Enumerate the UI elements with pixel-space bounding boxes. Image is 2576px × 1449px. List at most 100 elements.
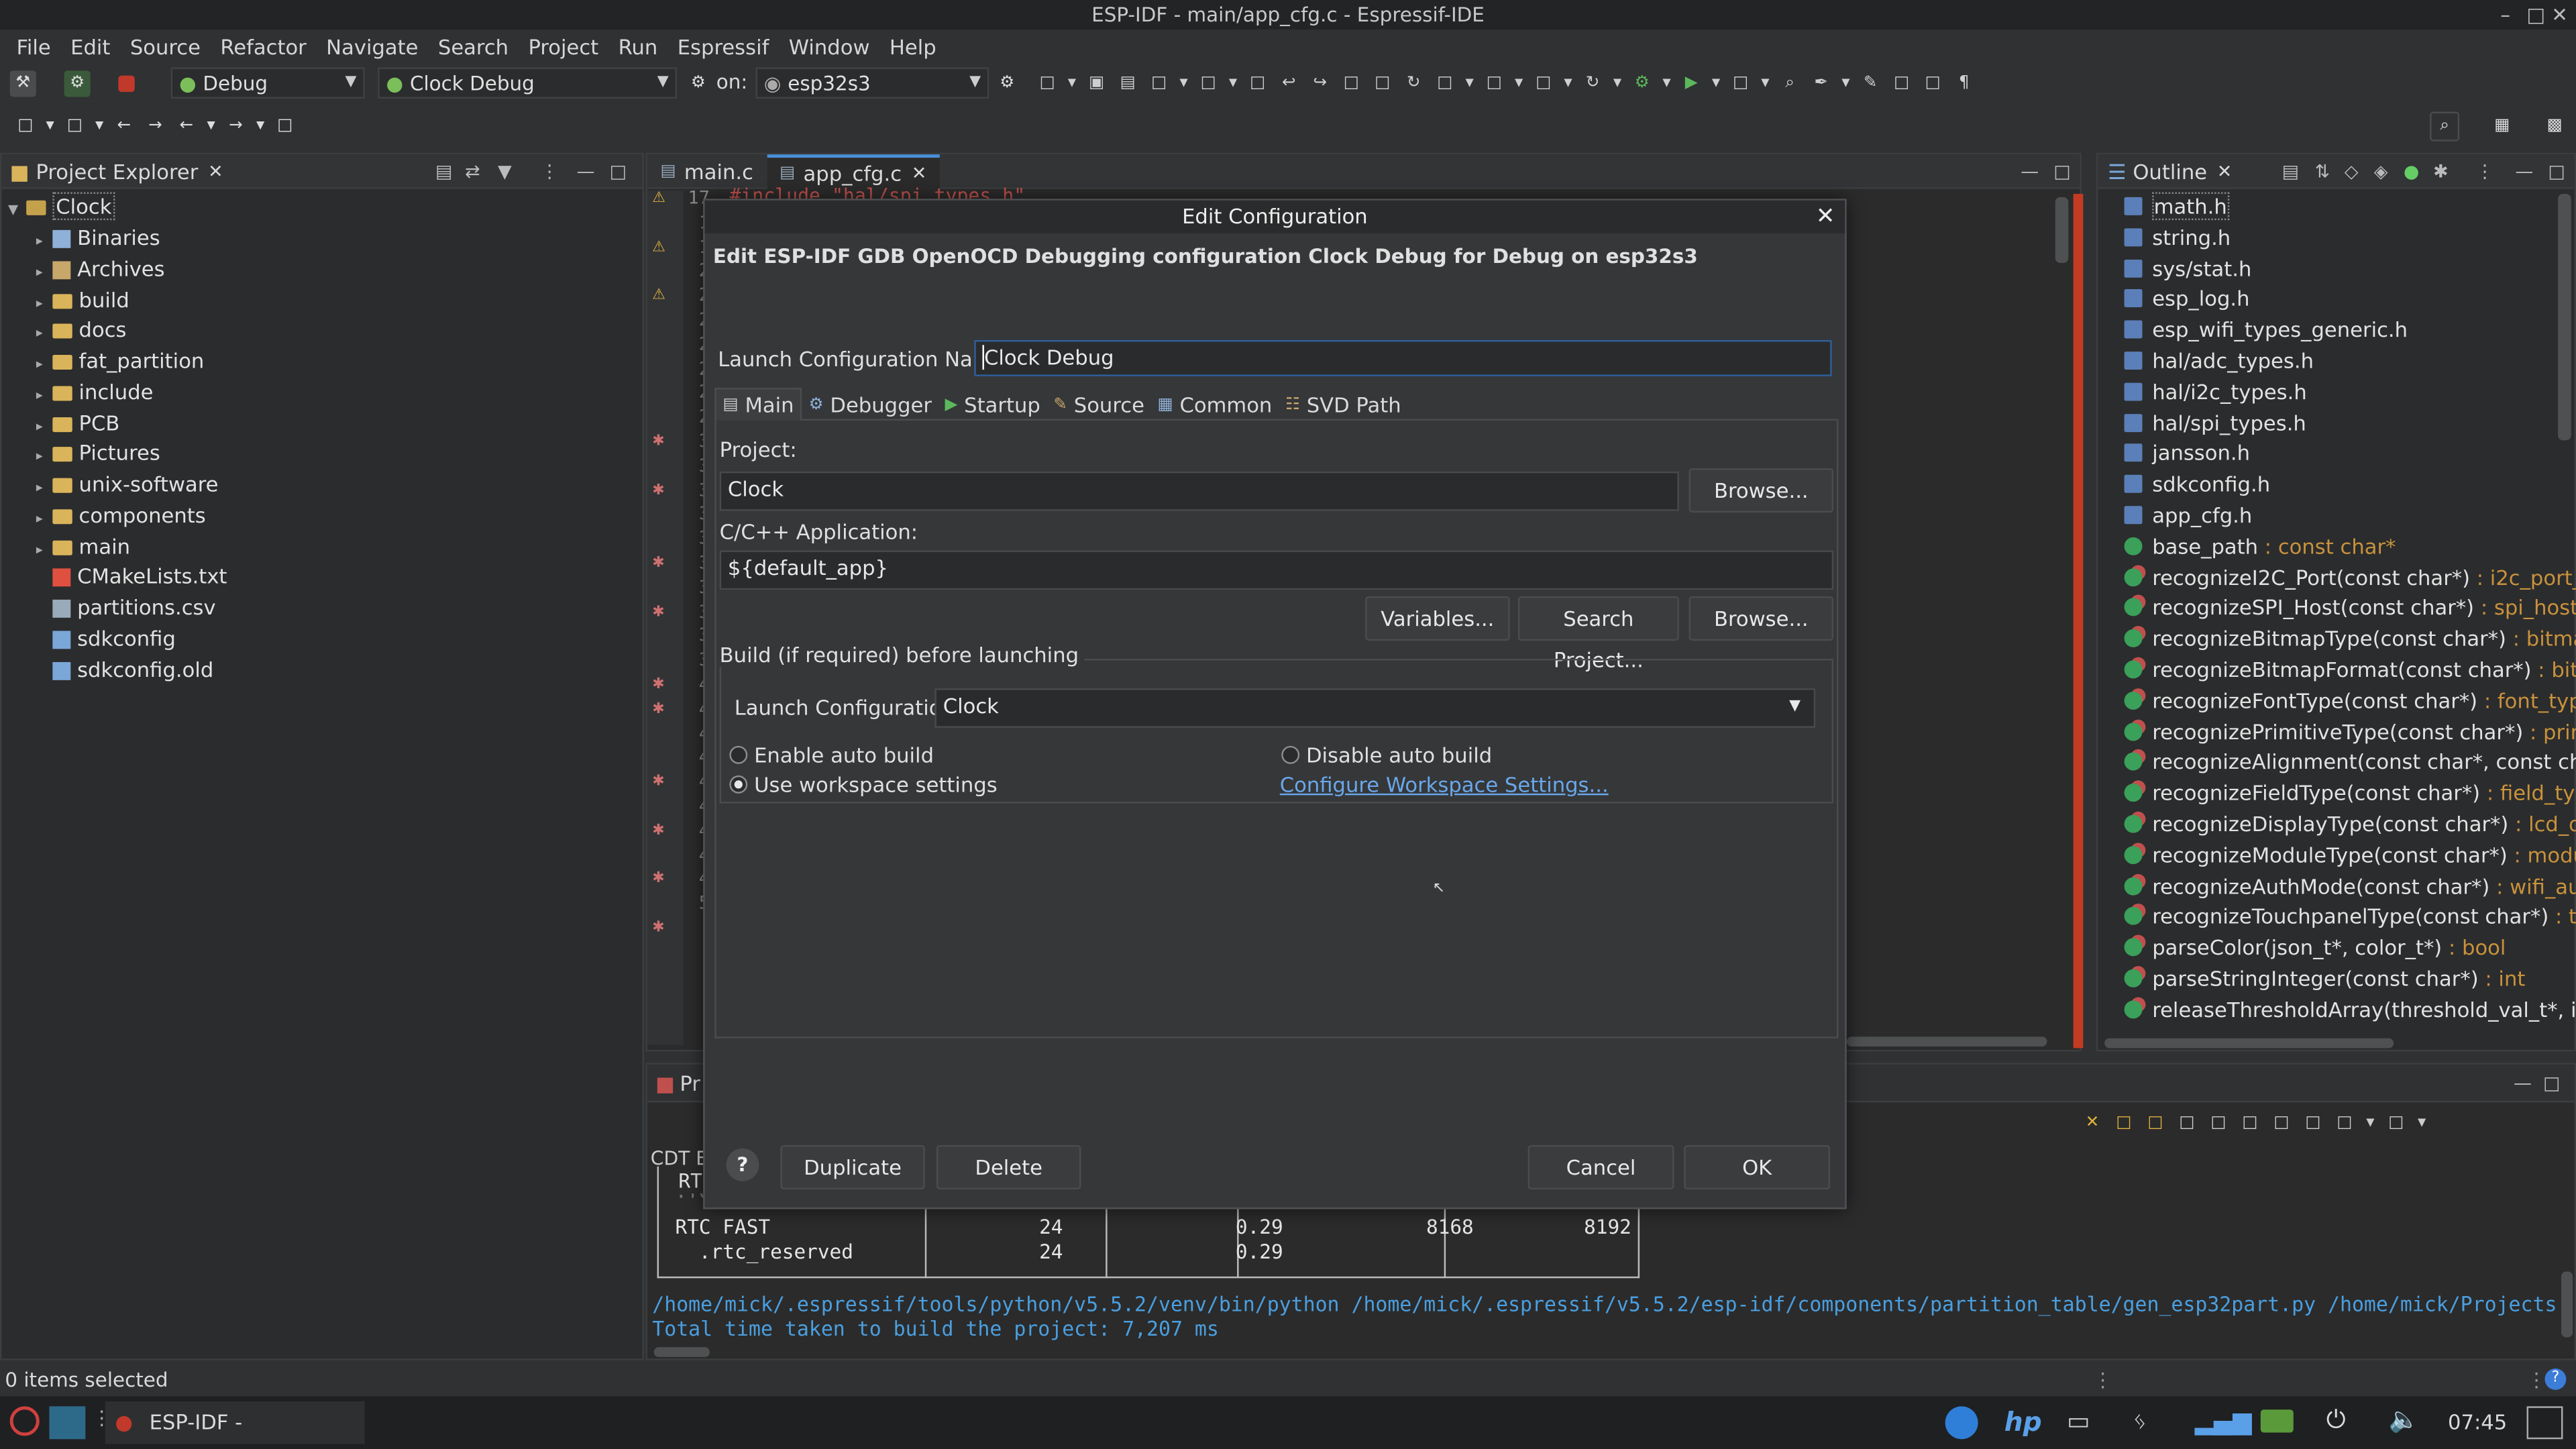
outline-item[interactable]: string.h <box>2121 223 2231 254</box>
outline-item[interactable]: parseStringInteger(const char*) : int <box>2121 965 2525 996</box>
outline-item[interactable]: recognizeSPI_Host(const char*) : spi_hos… <box>2121 594 2576 625</box>
tab-debugger[interactable]: ⚙ Debugger <box>802 388 938 421</box>
menu-item[interactable]: Espressif <box>667 34 779 58</box>
launch-target-select[interactable]: ◉ esp32s3 ▼ <box>755 67 989 99</box>
gear-icon[interactable]: ⚙ <box>685 70 711 96</box>
network-icon[interactable]: ▂▄▆ <box>2195 1406 2252 1436</box>
outline-item[interactable]: base_path : const char* <box>2121 532 2396 563</box>
outline-item[interactable]: hal/adc_types.h <box>2121 347 2314 378</box>
tab-main[interactable]: ▤ Main <box>714 387 802 421</box>
run-icon[interactable]: ▶ <box>1678 69 1705 95</box>
doc-icon[interactable]: □ <box>1920 69 1946 95</box>
menu-item[interactable]: Run <box>608 34 667 58</box>
dropdown-icon[interactable]: ▾ <box>1839 69 1853 95</box>
breakpoint-marker-icon[interactable]: ✱ <box>652 920 664 936</box>
hide-nonpublic-icon[interactable]: ● <box>2404 160 2420 182</box>
outline-scrollbar[interactable] <box>2558 193 2571 441</box>
tree-item[interactable]: ▸ Archives <box>32 254 165 284</box>
paragraph-icon[interactable]: ¶ <box>1951 69 1977 95</box>
breakpoint-marker-icon[interactable]: ✱ <box>652 774 664 790</box>
menu-item[interactable]: Window <box>779 34 879 58</box>
close-icon[interactable]: ✕ <box>208 160 223 182</box>
outline-item[interactable]: recognizeI2C_Port(const char*) : i2c_por… <box>2121 563 2576 594</box>
breakpoint-marker-icon[interactable]: ✱ <box>652 555 664 572</box>
terminal-icon[interactable]: □ <box>1244 69 1271 95</box>
show-desktop-icon[interactable] <box>2526 1406 2563 1440</box>
view-menu-icon[interactable]: ⋮ <box>541 160 559 182</box>
collapsed-arrow-icon[interactable]: ▸ <box>32 442 48 472</box>
outline-item[interactable]: jansson.h <box>2121 439 2250 470</box>
dropdown-icon[interactable]: ▾ <box>1759 69 1772 95</box>
update-icon[interactable] <box>1945 1406 1978 1440</box>
outline-item[interactable]: recognizeFontType(const char*) : font_ty… <box>2121 686 2576 717</box>
outline-item[interactable]: recognizeModuleType(const char*) : modul… <box>2121 841 2576 871</box>
close-icon[interactable]: ✕ <box>912 162 927 183</box>
tab-common[interactable]: ▦ Common <box>1151 388 1279 421</box>
breakpoint-marker-icon[interactable]: ✱ <box>652 871 664 888</box>
outline-item[interactable]: recognizeAlignment(const char*, const ch… <box>2121 748 2576 779</box>
hide-fields-icon[interactable]: ◇ <box>2345 160 2359 182</box>
new-class-icon[interactable]: □ <box>1432 69 1458 95</box>
power-icon[interactable]: ⏻ <box>2326 1405 2346 1434</box>
outline-item[interactable]: math.h <box>2121 192 2229 223</box>
dropdown-icon[interactable]: ▾ <box>254 113 267 139</box>
forward-nav-icon[interactable]: → <box>223 113 249 139</box>
minimize-icon[interactable]: — <box>2514 1072 2532 1093</box>
open-type-icon[interactable]: □ <box>1481 69 1507 95</box>
help-icon[interactable]: ? <box>726 1148 759 1181</box>
battery-icon[interactable] <box>2260 1409 2294 1433</box>
sort-icon[interactable]: ⇅ <box>2315 160 2330 182</box>
collapsed-arrow-icon[interactable]: ▸ <box>32 473 48 502</box>
tab-app_cfg-c[interactable]: ▤ app_cfg.c ✕ <box>766 153 940 189</box>
warning-marker-icon[interactable]: ⚠ <box>652 239 665 256</box>
build-icon[interactable]: □ <box>1146 69 1172 95</box>
breakpoint-marker-icon[interactable]: ✱ <box>652 701 664 717</box>
dropdown-icon[interactable]: ▾ <box>44 113 57 139</box>
collapsed-arrow-icon[interactable]: ▸ <box>32 227 48 256</box>
brush-icon[interactable]: ✒ <box>1808 69 1834 95</box>
remove-icon[interactable]: □ <box>2383 1109 2409 1135</box>
tree-item[interactable]: ▸ docs <box>32 316 127 345</box>
redo-icon[interactable]: ↪ <box>1307 69 1333 95</box>
outline-item[interactable]: recognizePrimitiveType(const char*) : pr… <box>2121 717 2576 748</box>
back-nav-icon[interactable]: ← <box>173 113 199 139</box>
collapsed-arrow-icon[interactable]: ▸ <box>32 535 48 564</box>
dropdown-icon[interactable]: ▾ <box>1660 69 1674 95</box>
close-icon[interactable]: ✕ <box>2217 160 2233 182</box>
minimize-icon[interactable]: — <box>2515 160 2533 182</box>
outline-item[interactable]: parseColor(json_t*, color_t*) : bool <box>2121 933 2506 964</box>
dropdown-icon[interactable]: ▾ <box>1512 69 1525 95</box>
search-icon[interactable]: ⌕ <box>2430 111 2460 141</box>
outline-hscrollbar[interactable] <box>2104 1038 2394 1049</box>
dropdown-icon[interactable]: ▾ <box>93 113 106 139</box>
menu-item[interactable]: Edit <box>60 34 120 58</box>
tab-outline[interactable]: Outline <box>2133 158 2207 183</box>
dropdown-icon[interactable]: ▾ <box>1065 69 1079 95</box>
breakpoint-marker-icon[interactable]: ✱ <box>652 677 664 693</box>
launch-configuration-select[interactable]: Clock ▼ <box>934 688 1816 728</box>
tab-source[interactable]: ✎ Source <box>1047 388 1151 421</box>
search-tool-icon[interactable]: ⌕ <box>1777 69 1803 95</box>
outline-item[interactable]: recognizeFieldType(const char*) : field_… <box>2121 779 2576 810</box>
maximize-icon[interactable]: □ <box>2543 1072 2560 1093</box>
sync-icon[interactable]: ↻ <box>1580 69 1606 95</box>
collapsed-arrow-icon[interactable]: ▸ <box>32 411 48 441</box>
tree-item[interactable]: ▸ build <box>32 285 129 315</box>
copy-icon[interactable]: □ <box>2205 1109 2231 1135</box>
hammer-icon[interactable]: ⚒ <box>9 70 36 97</box>
menu-item[interactable]: File <box>7 34 61 58</box>
dropdown-icon[interactable]: ▾ <box>1709 69 1723 95</box>
outline-item[interactable]: esp_log.h <box>2121 285 2250 316</box>
use-workspace-settings-radio[interactable]: Use workspace settings <box>729 772 998 797</box>
minimize-icon[interactable]: — <box>2021 160 2039 182</box>
tree-item[interactable]: sdkconfig <box>32 624 176 653</box>
outline-item[interactable]: recognizeAuthMode(const char*) : wifi_au… <box>2121 871 2576 902</box>
view-menu-icon[interactable]: ⋮ <box>2476 160 2494 182</box>
console-view-icon[interactable]: □ <box>2237 1109 2263 1135</box>
dropdown-icon[interactable]: ▾ <box>1611 69 1624 95</box>
menu-item[interactable]: Refactor <box>211 34 317 58</box>
tree-item[interactable]: ▸ unix-software <box>32 470 219 499</box>
application-browse-button[interactable]: Browse... <box>1688 596 1834 641</box>
project-input[interactable]: Clock <box>719 471 1679 511</box>
variables-button[interactable]: Variables... <box>1365 596 1510 641</box>
